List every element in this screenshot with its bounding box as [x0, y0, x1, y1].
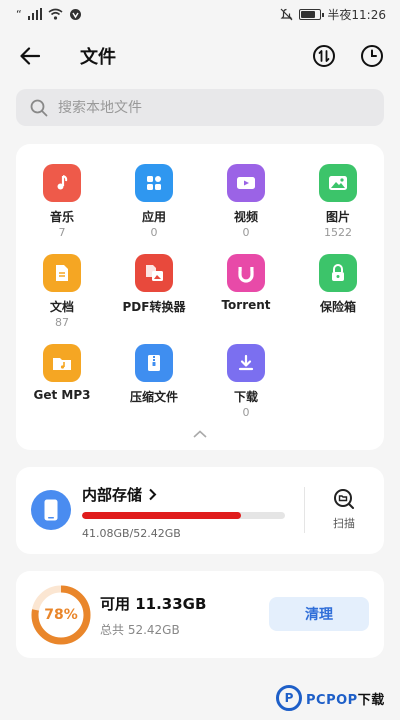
storage-progress-bar: [82, 512, 285, 519]
category-count: 0: [242, 226, 250, 239]
notification-icon: [69, 8, 81, 20]
storage-title[interactable]: 内部存储: [82, 484, 157, 505]
total-space: 总共 52.42GB: [100, 623, 180, 637]
sort-icon[interactable]: [312, 44, 336, 68]
category-label: 保险箱: [319, 300, 356, 314]
document-icon: [43, 254, 81, 292]
pcpop-watermark: P PCPOP下载: [276, 685, 385, 711]
category-label: Get MP3: [33, 388, 91, 402]
available-space-card: 78% 可用 11.33GB 总共 52.42GB 清理: [16, 571, 384, 658]
torrent-icon: [227, 254, 265, 292]
zip-icon: [135, 344, 173, 382]
category-documents[interactable]: 文档 87: [16, 254, 108, 344]
storage-title-text: 内部存储: [82, 486, 143, 504]
status-bar: “ 半夜11:26: [0, 0, 400, 28]
category-label: 应用: [141, 210, 166, 224]
category-safe[interactable]: 保险箱: [292, 254, 384, 344]
category-images[interactable]: 图片 1522: [292, 164, 384, 254]
apps-icon: [135, 164, 173, 202]
category-label: 图片: [325, 210, 350, 224]
page-title: 文件: [80, 47, 116, 68]
search-bar[interactable]: [16, 89, 384, 126]
category-torrent[interactable]: Torrent: [200, 254, 292, 344]
divider: [304, 487, 305, 533]
category-label: Torrent: [221, 298, 271, 312]
video-icon: [227, 164, 265, 202]
category-count: 1522: [324, 226, 352, 239]
watermark-suffix: 下载: [357, 692, 385, 708]
category-pdf-converter[interactable]: PDF转换器: [108, 254, 200, 344]
status-left: “: [16, 8, 82, 21]
usage-percent: 78%: [44, 607, 78, 623]
scan-icon: [334, 489, 354, 509]
category-download[interactable]: 下载 0: [200, 344, 292, 434]
download-icon: [227, 344, 265, 382]
app-bar: 文件: [0, 34, 400, 78]
category-label: 压缩文件: [129, 390, 178, 404]
internal-storage-card[interactable]: 内部存储 41.08GB/52.42GB 扫描: [16, 467, 384, 554]
category-count: 87: [55, 316, 69, 329]
available-title: 可用 11.33GB: [100, 595, 207, 613]
battery-icon: [299, 8, 325, 20]
image-icon: [319, 164, 357, 202]
phone-icon: [31, 490, 71, 530]
watermark-text: PCPOP下载: [306, 689, 385, 708]
status-time: 半夜11:26: [327, 7, 386, 22]
category-video[interactable]: 视频 0: [200, 164, 292, 254]
categories-card: 音乐 7 应用 0 视频 0 图片 1522 文档 87 PDF转换器 Torr…: [16, 144, 384, 450]
mute-icon: [280, 8, 293, 20]
category-label: 音乐: [49, 210, 74, 224]
categories-grid: 音乐 7 应用 0 视频 0 图片 1522 文档 87 PDF转换器 Torr…: [16, 164, 384, 434]
category-zip[interactable]: 压缩文件: [108, 344, 200, 434]
get-mp3-icon: [43, 344, 81, 382]
search-icon: [30, 99, 48, 116]
signal-icon: [27, 8, 42, 20]
category-label: 视频: [233, 210, 258, 224]
category-label: 文档: [49, 300, 74, 314]
pdf-converter-icon: [135, 254, 173, 292]
category-count: 0: [242, 406, 250, 419]
scan-label: 扫描: [333, 517, 355, 530]
back-arrow-icon: [20, 47, 40, 65]
wifi-icon: [48, 8, 63, 20]
search-input[interactable]: [58, 99, 338, 116]
signal-indicator: “: [16, 7, 22, 21]
category-music[interactable]: 音乐 7: [16, 164, 108, 254]
watermark-brand: PCPOP: [306, 692, 358, 708]
status-right: 半夜11:26: [280, 6, 386, 23]
back-button[interactable]: [16, 42, 44, 70]
app-bar-actions: [312, 44, 384, 68]
category-label: PDF转换器: [122, 300, 186, 314]
category-count: 7: [58, 226, 66, 239]
category-apps[interactable]: 应用 0: [108, 164, 200, 254]
category-get-mp3[interactable]: Get MP3: [16, 344, 108, 434]
recent-clock-icon[interactable]: [360, 44, 384, 68]
category-label: 下载: [233, 390, 258, 404]
scan-button[interactable]: 扫描: [316, 487, 372, 531]
music-icon: [43, 164, 81, 202]
safe-icon: [319, 254, 357, 292]
chevron-right-icon: [149, 488, 157, 501]
clean-button[interactable]: 清理: [269, 597, 369, 631]
pcpop-logo-icon: P: [276, 685, 302, 711]
storage-progress-fill: [82, 512, 242, 519]
storage-used-text: 41.08GB/52.42GB: [82, 527, 181, 540]
category-count: 0: [150, 226, 158, 239]
collapse-chevron-icon[interactable]: [192, 429, 208, 439]
